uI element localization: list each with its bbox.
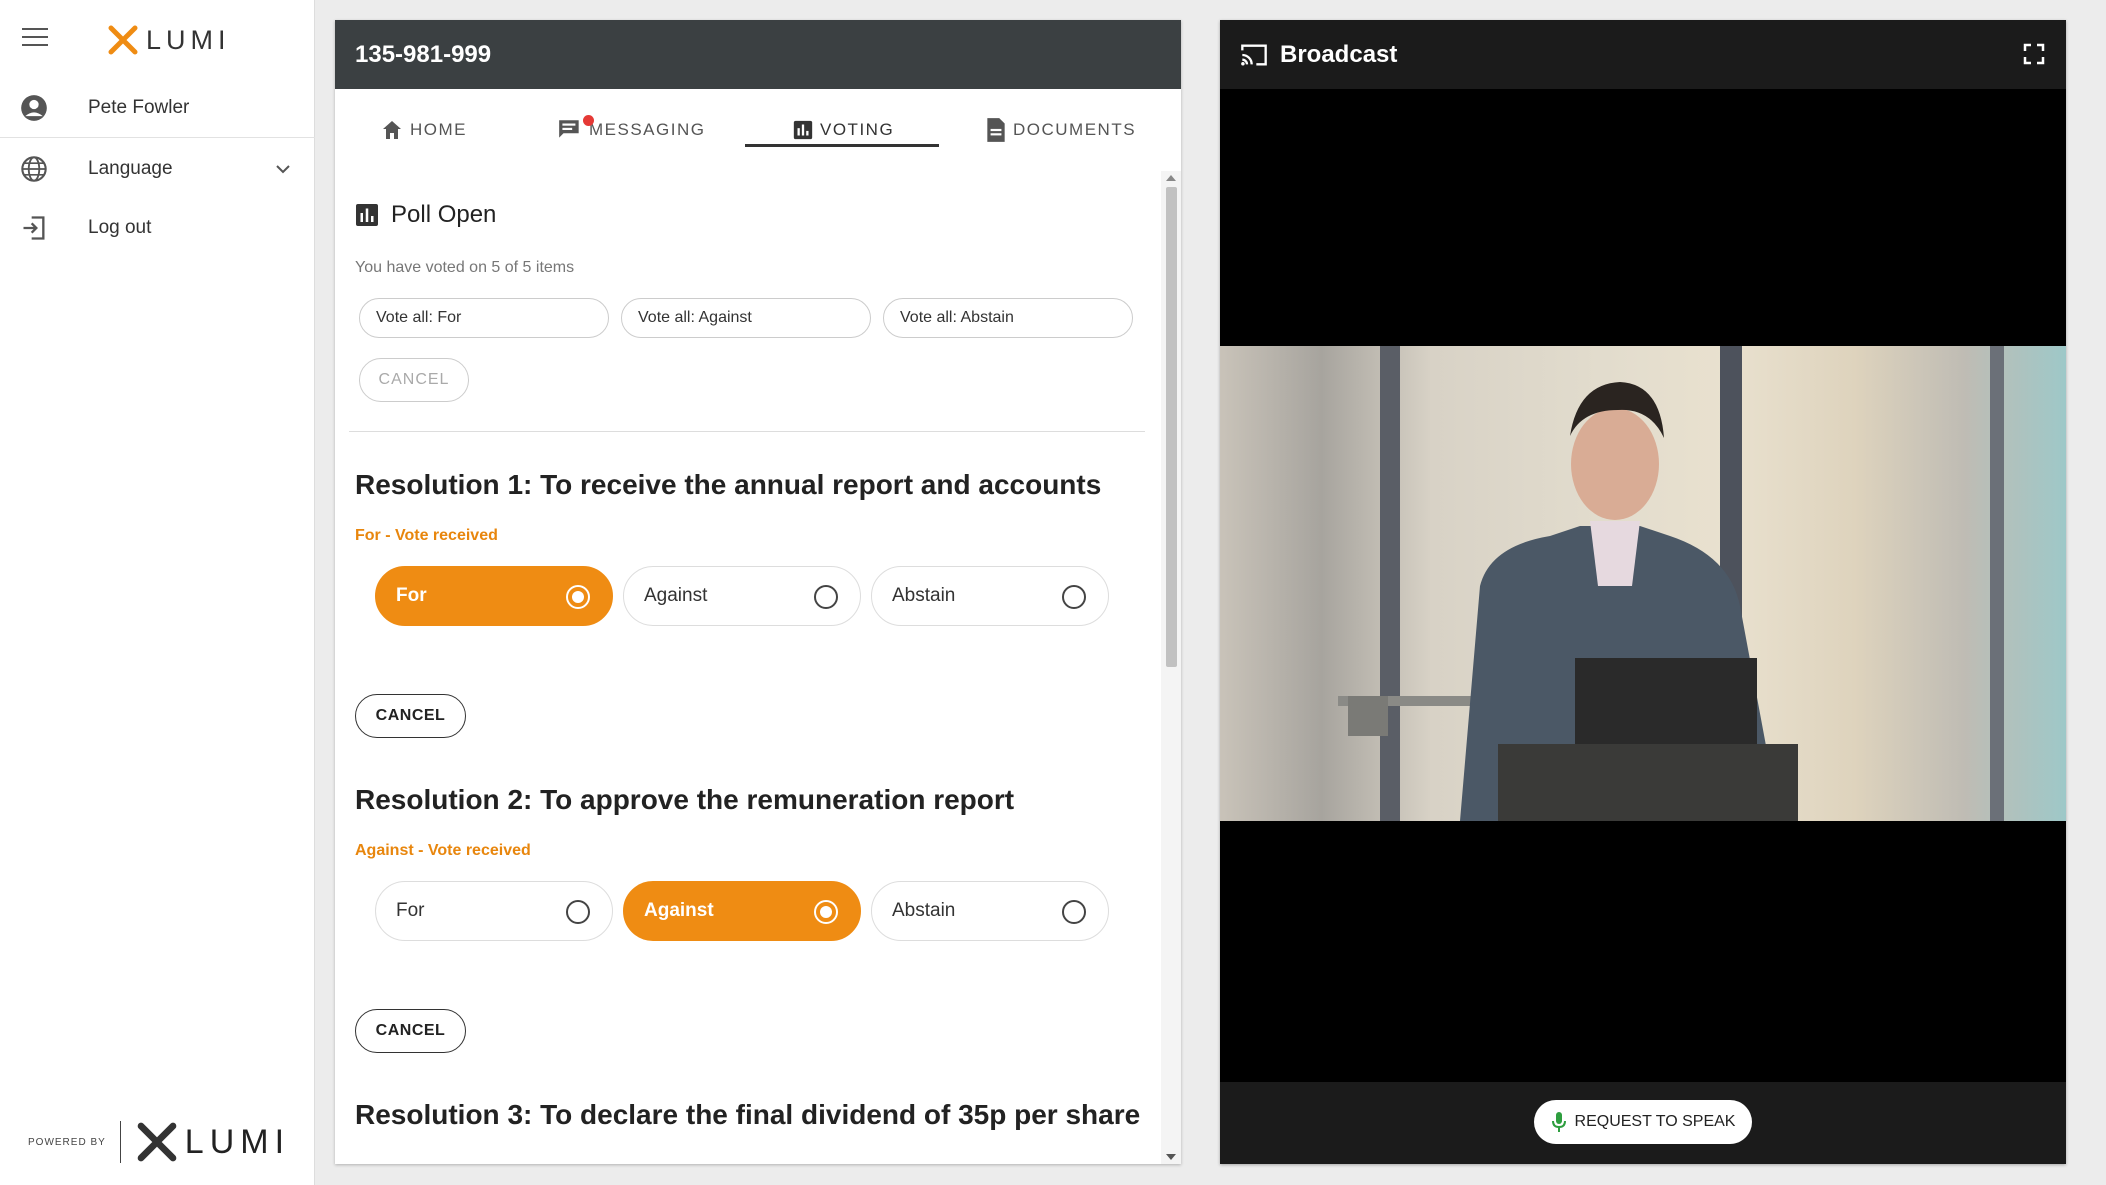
scroll-down-icon[interactable] (1166, 1154, 1176, 1160)
cancel-all-button[interactable]: CANCEL (359, 358, 469, 402)
tab-documents[interactable]: DOCUMENTS (985, 89, 1136, 171)
resolution-2-cancel-button[interactable]: CANCEL (355, 1009, 466, 1053)
radio-unselected-icon (566, 900, 590, 924)
option-label: Abstain (892, 900, 956, 921)
tab-home[interactable]: HOME (380, 89, 467, 171)
resolution-1-cancel-button[interactable]: CANCEL (355, 694, 466, 738)
notification-badge (583, 115, 594, 126)
menu-icon[interactable] (22, 28, 48, 50)
resolution-2-option-for[interactable]: For (375, 881, 613, 941)
section-divider (349, 431, 1145, 432)
tab-voting[interactable]: VOTING (792, 89, 894, 171)
voting-content[interactable]: Poll Open You have voted on 5 of 5 items… (335, 171, 1161, 1164)
radio-unselected-icon (1062, 585, 1086, 609)
cast-icon (1241, 44, 1267, 65)
language-selector[interactable]: Language (0, 140, 315, 198)
resolution-1-option-abstain[interactable]: Abstain (871, 566, 1109, 626)
resolution-2-option-abstain[interactable]: Abstain (871, 881, 1109, 941)
option-label: For (396, 585, 427, 606)
scroll-thumb[interactable] (1166, 187, 1177, 667)
radio-selected-icon (566, 585, 590, 609)
resolution-1-title: Resolution 1: To receive the annual repo… (355, 469, 1102, 500)
resolution-1-option-for[interactable]: For (375, 566, 613, 626)
resolution-1-option-against[interactable]: Against (623, 566, 861, 626)
resolution-2-status: Against - Vote received (355, 842, 531, 859)
option-label: Abstain (892, 585, 956, 606)
logout-label: Log out (88, 217, 152, 238)
broadcast-panel: Broadcast REQUEST TO SPEAK (1220, 20, 2066, 1164)
option-label: Against (644, 900, 714, 921)
poll-title: Poll Open (391, 201, 497, 228)
scrollbar[interactable] (1161, 171, 1181, 1164)
active-tab-indicator (745, 144, 939, 147)
language-label: Language (88, 158, 173, 179)
brand-name: LUMI (146, 24, 231, 55)
vote-all-against-button[interactable]: Vote all: Against (621, 298, 871, 338)
radio-unselected-icon (1062, 900, 1086, 924)
scroll-up-icon[interactable] (1166, 175, 1176, 181)
account-circle-icon (21, 95, 47, 121)
vote-all-for-button[interactable]: Vote all: For (359, 298, 609, 338)
bar-chart-icon (356, 204, 378, 226)
powered-by-footer: POWERED BY LUMI (28, 1121, 290, 1163)
fullscreen-icon[interactable] (2022, 42, 2046, 66)
broadcast-title: Broadcast (1280, 40, 1398, 68)
resolution-2-option-against[interactable]: Against (623, 881, 861, 941)
request-to-speak-button[interactable]: REQUEST TO SPEAK (1534, 1100, 1752, 1144)
video-player[interactable] (1220, 346, 2066, 821)
document-icon (987, 118, 1005, 142)
meeting-id: 135-981-999 (335, 20, 1181, 89)
user-profile[interactable]: Pete Fowler (0, 79, 315, 137)
tab-messaging-label: MESSAGING (589, 120, 706, 139)
resolution-1-status: For - Vote received (355, 527, 498, 544)
request-to-speak-label: REQUEST TO SPEAK (1574, 1113, 1736, 1130)
logout-button[interactable]: Log out (0, 199, 315, 257)
meeting-panel: 135-981-999 HOME MESSAGING VOTING DOCUME… (335, 20, 1181, 1164)
tab-home-label: HOME (410, 120, 467, 139)
poll-progress-text: You have voted on 5 of 5 items (355, 259, 575, 276)
tab-documents-label: DOCUMENTS (1013, 120, 1137, 139)
radio-unselected-icon (814, 585, 838, 609)
user-name: Pete Fowler (88, 97, 190, 118)
lumi-x-icon (137, 1122, 177, 1162)
radio-selected-icon (814, 900, 838, 924)
option-label: Against (644, 585, 708, 606)
bar-chart-icon (793, 120, 813, 140)
chevron-down-icon (276, 165, 290, 174)
option-label: For (396, 900, 425, 921)
speaker-video-frame (1338, 346, 2004, 821)
resolution-2-title: Resolution 2: To approve the remuneratio… (355, 784, 1015, 815)
powered-brand: LUMI (184, 1122, 291, 1161)
broadcast-footer: REQUEST TO SPEAK (1220, 1082, 2066, 1164)
tab-voting-label: VOTING (820, 120, 895, 139)
globe-icon (21, 156, 47, 182)
home-icon (383, 121, 401, 139)
resolution-3-title: Resolution 3: To declare the final divid… (355, 1099, 1141, 1130)
poll-heading: Poll Open (355, 201, 496, 229)
broadcast-header: Broadcast (1220, 20, 2066, 89)
lumi-x-icon (108, 25, 138, 55)
vote-all-abstain-button[interactable]: Vote all: Abstain (883, 298, 1133, 338)
tab-bar: HOME MESSAGING VOTING DOCUMENTS (335, 89, 1181, 171)
chat-icon (559, 120, 579, 138)
microphone-icon (1551, 1112, 1566, 1132)
powered-divider (119, 1121, 121, 1163)
tab-messaging[interactable]: MESSAGING (557, 89, 705, 171)
logout-icon (23, 216, 45, 240)
sidebar: LUMI Pete Fowler Language Log out POWERE… (0, 0, 315, 1185)
powered-by-label: POWERED BY (28, 1136, 106, 1148)
brand-logo: LUMI (108, 24, 231, 56)
sidebar-divider (0, 137, 315, 138)
